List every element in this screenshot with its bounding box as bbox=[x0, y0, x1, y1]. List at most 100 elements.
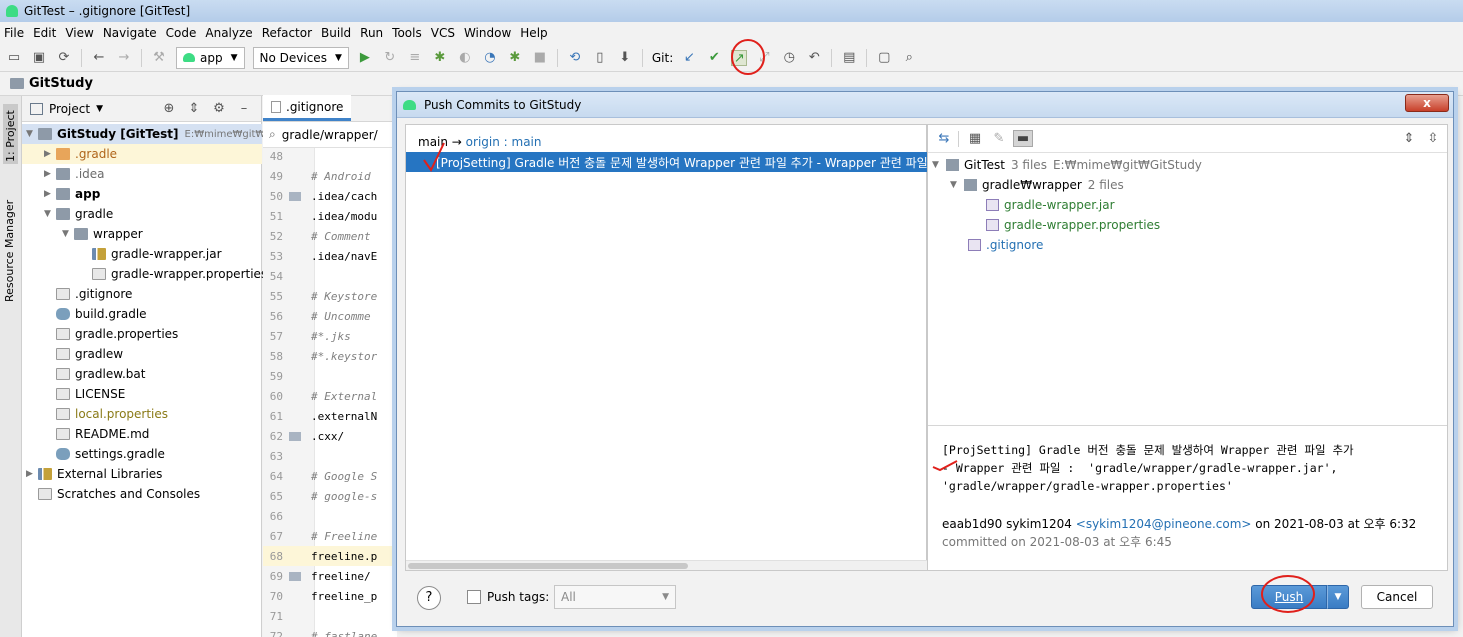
remote-name[interactable]: origin bbox=[466, 135, 500, 149]
forward-icon[interactable]: → bbox=[116, 50, 132, 66]
breadcrumb-project[interactable]: GitStudy bbox=[29, 76, 93, 91]
push-tags-checkbox[interactable] bbox=[467, 590, 481, 604]
commit-row[interactable]: [ProjSetting] Gradle 버전 충돌 문제 발생하여 Wrapp… bbox=[406, 152, 927, 172]
branch-mapping[interactable]: main → origin : main bbox=[418, 135, 542, 149]
tree-item[interactable]: Scratches and Consoles bbox=[26, 484, 200, 504]
tree-item[interactable]: ▶ .idea bbox=[44, 164, 105, 184]
avd-manager-icon[interactable]: ▯ bbox=[592, 50, 608, 66]
project-tool-tab[interactable]: 1: Project bbox=[3, 104, 18, 164]
project-structure-icon[interactable]: ▤ bbox=[841, 50, 857, 66]
git-update-icon[interactable]: ↙ bbox=[681, 50, 697, 66]
rerun-icon[interactable]: ↻ bbox=[382, 50, 398, 66]
tree-item[interactable]: ▶ app bbox=[44, 184, 100, 204]
tree-item[interactable]: ▼ GitStudy [GitTest] E:₩mime₩git₩Git bbox=[26, 124, 280, 144]
menu-file[interactable]: File bbox=[4, 26, 24, 40]
cancel-button[interactable]: Cancel bbox=[1361, 585, 1433, 609]
chevron-right-icon[interactable]: ▶ bbox=[44, 189, 56, 199]
close-button[interactable]: x bbox=[1405, 94, 1449, 112]
open-icon[interactable]: ▭ bbox=[6, 50, 22, 66]
collapse-all-icon[interactable]: ⇳ bbox=[1423, 131, 1443, 146]
code-line[interactable]: 72 # fastlane bbox=[263, 626, 397, 637]
git-branch-icon[interactable]: ⤢ bbox=[756, 50, 772, 66]
chevron-down-icon[interactable]: ▼ bbox=[44, 209, 56, 219]
search-icon[interactable]: ⌕ bbox=[901, 50, 917, 66]
profile-icon[interactable]: ◔ bbox=[482, 50, 498, 66]
menu-tools[interactable]: Tools bbox=[392, 26, 422, 40]
back-icon[interactable]: ← bbox=[91, 50, 107, 66]
git-commit-icon[interactable]: ✔ bbox=[706, 50, 722, 66]
menu-view[interactable]: View bbox=[65, 26, 93, 40]
menu-navigate[interactable]: Navigate bbox=[103, 26, 157, 40]
code-line[interactable]: 62 .cxx/ bbox=[263, 426, 397, 446]
preview-diff-icon[interactable]: ▬ bbox=[1013, 130, 1033, 147]
expand-all-icon[interactable]: ⇕ bbox=[1399, 131, 1419, 146]
code-line[interactable]: 63 bbox=[263, 446, 397, 466]
debug-icon[interactable]: ✱ bbox=[432, 50, 448, 66]
tree-item[interactable]: gradlew bbox=[44, 344, 123, 364]
save-icon[interactable]: ▣ bbox=[31, 50, 47, 66]
push-button[interactable]: Push bbox=[1251, 585, 1327, 609]
code-line[interactable]: 51 .idea/modu bbox=[263, 206, 397, 226]
fold-marker-icon[interactable] bbox=[289, 431, 301, 441]
tree-item[interactable]: settings.gradle bbox=[44, 444, 165, 464]
coverage-icon[interactable]: ≡ bbox=[407, 50, 423, 66]
code-line[interactable]: 67 # Freeline bbox=[263, 526, 397, 546]
history-icon[interactable]: ◷ bbox=[781, 50, 797, 66]
expand-icon[interactable]: ⇆ bbox=[934, 131, 954, 146]
code-line[interactable]: 50 .idea/cach bbox=[263, 186, 397, 206]
code-line[interactable]: 71 bbox=[263, 606, 397, 626]
project-view-select[interactable]: Project bbox=[49, 102, 90, 116]
code-line[interactable]: 61 .externalN bbox=[263, 406, 397, 426]
code-line[interactable]: 69 freeline/ bbox=[263, 566, 397, 586]
git-push-icon[interactable]: ↗ bbox=[731, 49, 748, 66]
chevron-down-icon[interactable]: ▼ bbox=[96, 104, 103, 114]
stop-icon[interactable]: ■ bbox=[532, 50, 548, 66]
changes-dir[interactable]: ▼ gradle₩wrapper 2 files bbox=[950, 175, 1124, 195]
code-line[interactable]: 65 # google-s bbox=[263, 486, 397, 506]
code-line[interactable]: 53 .idea/navE bbox=[263, 246, 397, 266]
device-select[interactable]: No Devices ▼ bbox=[252, 46, 349, 69]
tree-item[interactable]: gradle.properties bbox=[44, 324, 178, 344]
horizontal-scrollbar[interactable] bbox=[406, 560, 927, 570]
author-email[interactable]: <sykim1204@pineone.com> bbox=[1076, 517, 1252, 531]
locate-icon[interactable]: ⊕ bbox=[161, 101, 177, 116]
run-config-select[interactable]: app ▼ bbox=[176, 46, 245, 69]
code-line[interactable]: 56 # Uncomme bbox=[263, 306, 397, 326]
chevron-down-icon[interactable]: ▼ bbox=[26, 129, 38, 139]
menu-help[interactable]: Help bbox=[520, 26, 547, 40]
code-line[interactable]: 52 # Comment bbox=[263, 226, 397, 246]
tree-item[interactable]: gradle-wrapper.properties bbox=[80, 264, 267, 284]
menu-run[interactable]: Run bbox=[360, 26, 383, 40]
changed-file[interactable]: gradle-wrapper.jar bbox=[986, 195, 1115, 215]
code-line[interactable]: 59 bbox=[263, 366, 397, 386]
apply-changes-icon[interactable]: ✱ bbox=[507, 50, 523, 66]
code-line[interactable]: 57 #*.jks bbox=[263, 326, 397, 346]
fold-marker-icon[interactable] bbox=[289, 571, 301, 581]
menu-vcs[interactable]: VCS bbox=[431, 26, 455, 40]
code-line[interactable]: 70 freeline_p bbox=[263, 586, 397, 606]
tree-item[interactable]: ▶ External Libraries bbox=[26, 464, 162, 484]
chevron-right-icon[interactable]: ▶ bbox=[26, 469, 38, 479]
chevron-down-icon[interactable]: ▼ bbox=[62, 229, 74, 239]
help-button[interactable]: ? bbox=[417, 586, 441, 610]
tree-item[interactable]: README.md bbox=[44, 424, 149, 444]
attach-icon[interactable]: ◐ bbox=[457, 50, 473, 66]
group-by-icon[interactable]: ▦ bbox=[965, 131, 985, 146]
menu-refactor[interactable]: Refactor bbox=[262, 26, 312, 40]
fold-marker-icon[interactable] bbox=[289, 191, 301, 201]
remote-branch[interactable]: main bbox=[512, 135, 542, 149]
code-line[interactable]: 55 # Keystore bbox=[263, 286, 397, 306]
tree-item[interactable]: ▼ wrapper bbox=[62, 224, 143, 244]
changes-root[interactable]: ▼ GitTest 3 files E:₩mime₩git₩GitStudy bbox=[932, 155, 1202, 175]
terminal-icon[interactable]: ▢ bbox=[876, 50, 892, 66]
code-line[interactable]: 49 # Android bbox=[263, 166, 397, 186]
tree-item[interactable]: LICENSE bbox=[44, 384, 125, 404]
code-line[interactable]: 68 freeline.p bbox=[263, 546, 397, 566]
code-line[interactable]: 58 #*.keystor bbox=[263, 346, 397, 366]
chevron-right-icon[interactable]: ▶ bbox=[44, 169, 56, 179]
tree-item[interactable]: build.gradle bbox=[44, 304, 147, 324]
chevron-right-icon[interactable]: ▶ bbox=[44, 149, 56, 159]
tree-item[interactable]: ▶ .gradle bbox=[44, 144, 117, 164]
code-line[interactable]: 54 bbox=[263, 266, 397, 286]
code-line[interactable]: 64 # Google S bbox=[263, 466, 397, 486]
